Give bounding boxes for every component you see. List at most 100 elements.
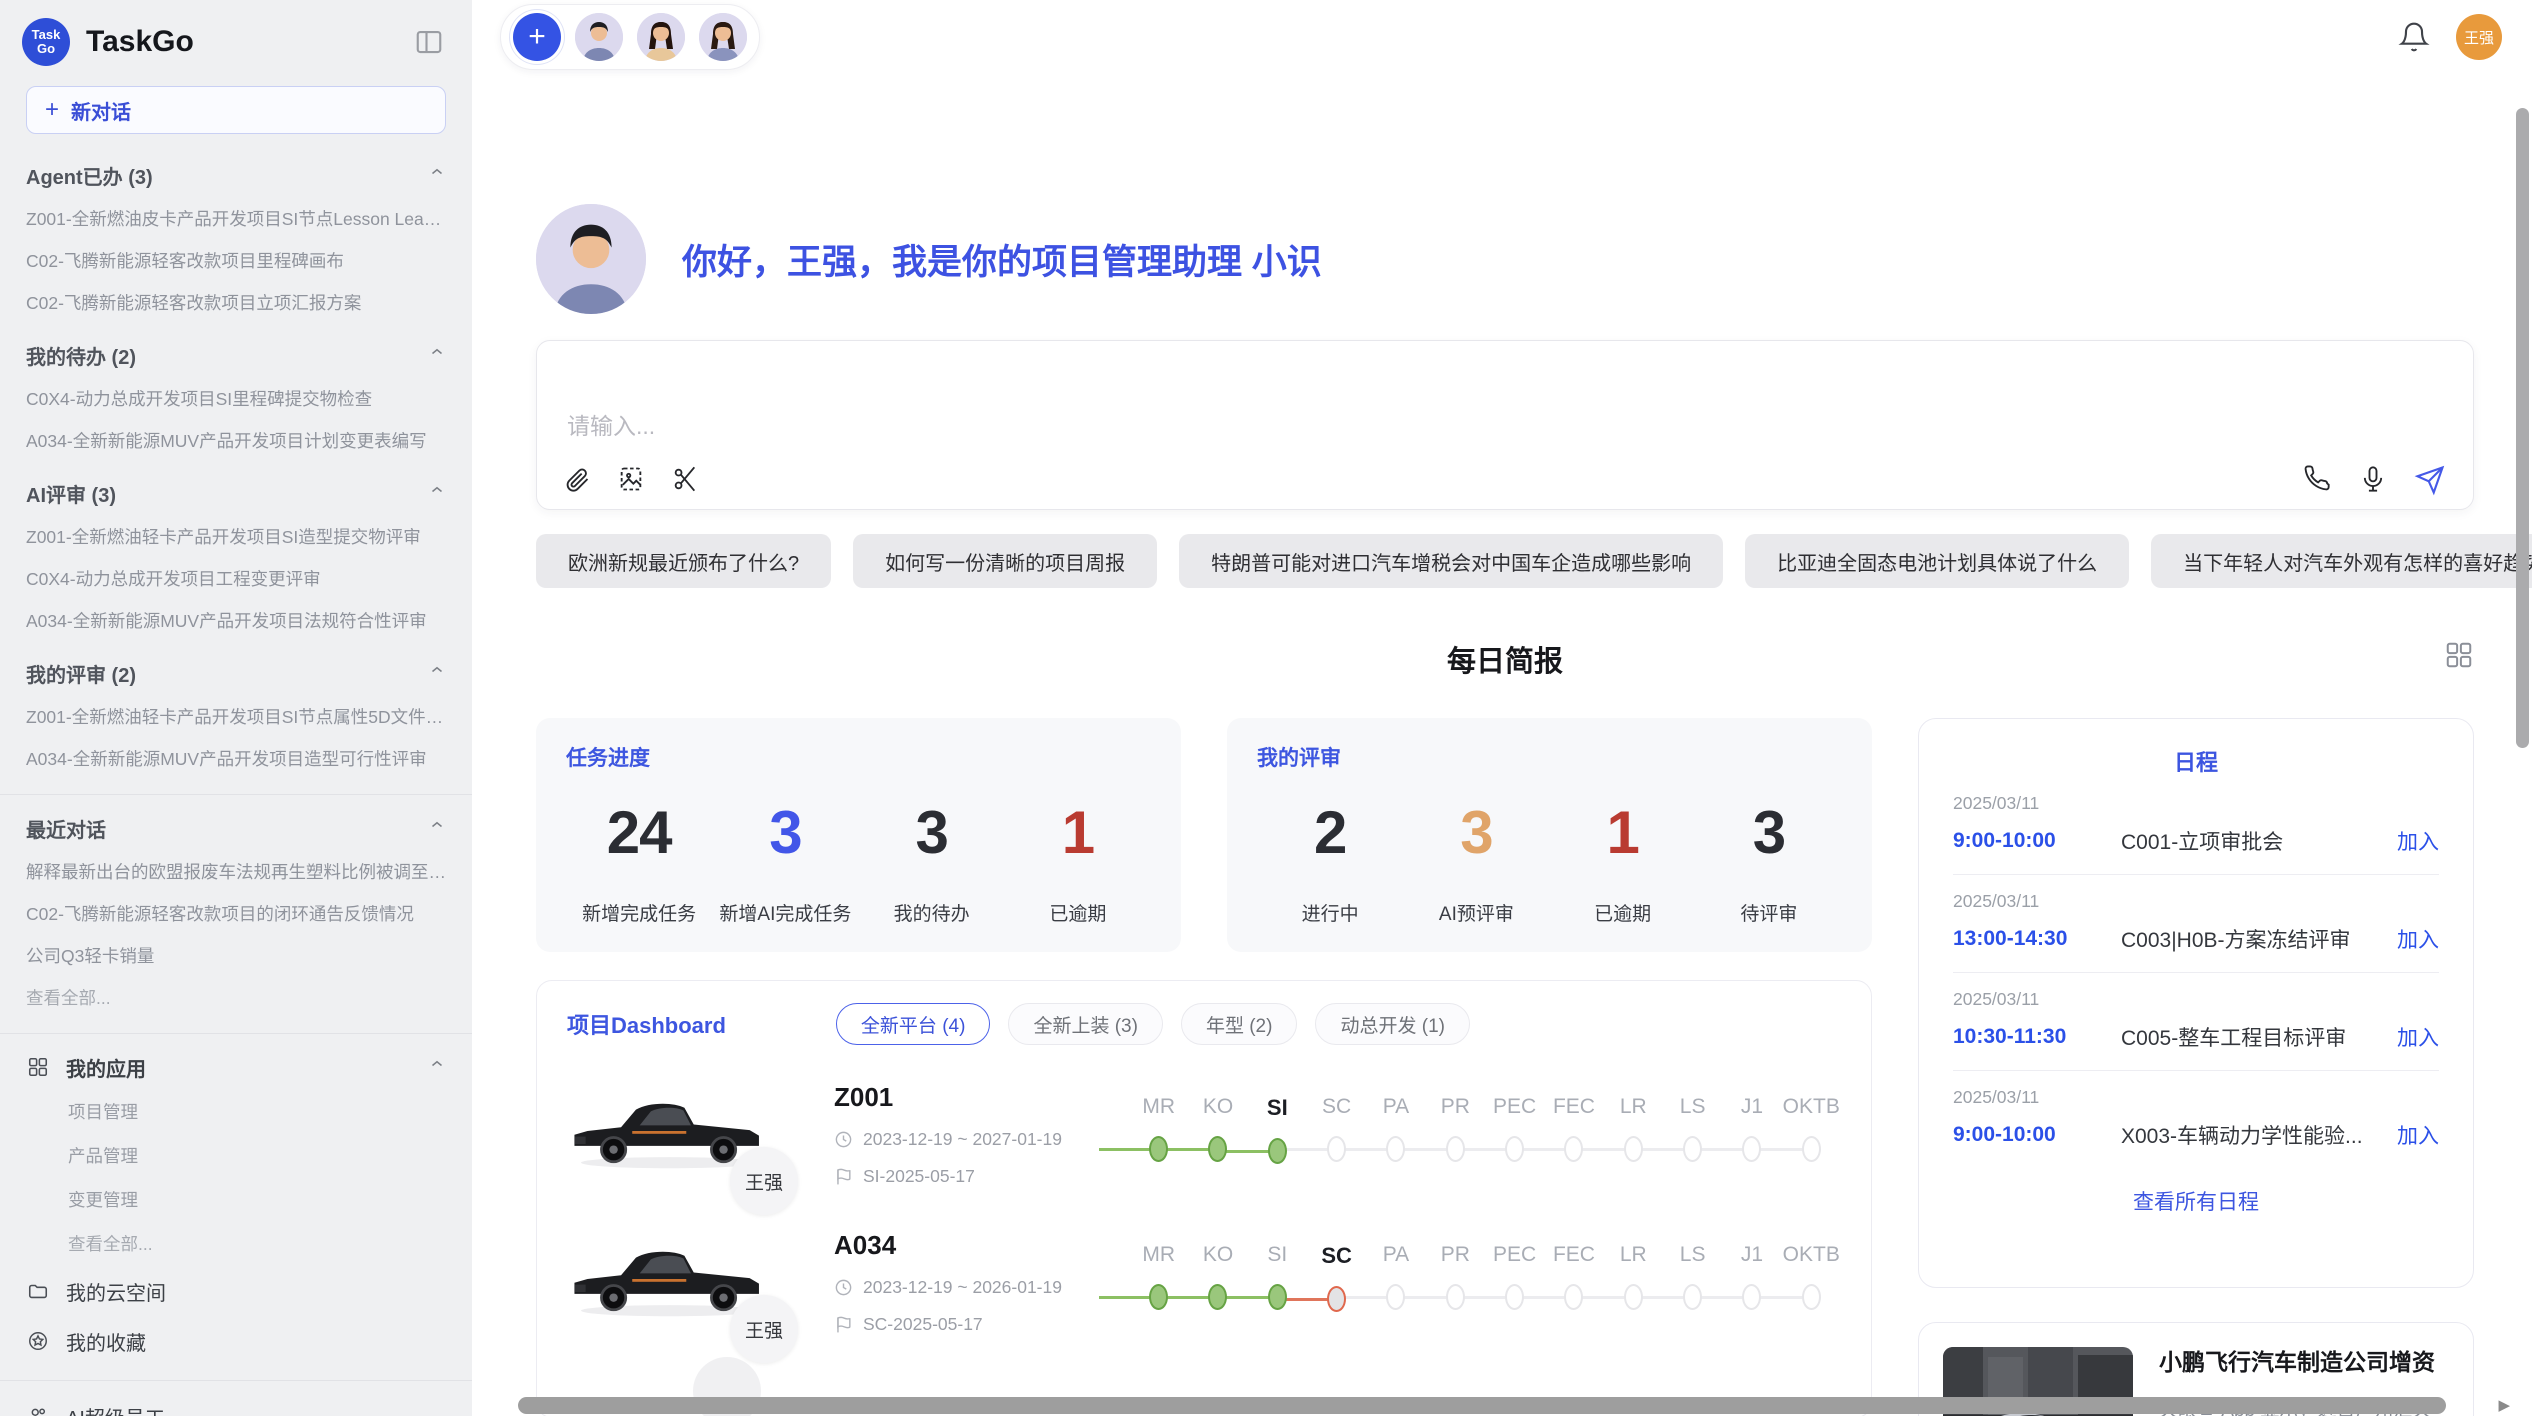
sidebar-section-header[interactable]: AI评审 (3)	[26, 470, 446, 516]
notification-bell-icon[interactable]	[2398, 21, 2430, 53]
user-avatar[interactable]: 王强	[2456, 14, 2502, 60]
layout-grid-icon[interactable]	[2444, 640, 2474, 670]
briefing-columns: 任务进度24新增完成任务3新增AI完成任务3我的待办1已逾期我的评审2进行中3A…	[536, 718, 2474, 1416]
sidebar-item[interactable]: C0X4-动力总成开发项目工程变更评审	[26, 558, 446, 600]
clock-icon	[834, 1130, 853, 1149]
app-sub-item[interactable]: 产品管理	[26, 1134, 446, 1178]
sidebar-section-header[interactable]: 我的待办 (2)	[26, 332, 446, 378]
recent-conversation-item[interactable]: 解释最新出台的欧盟报废车法规再生塑料比例被调至15%...	[26, 851, 446, 893]
milestone-label: FEC	[1553, 1243, 1595, 1267]
sidebar-footer-items: AI超级员工帮我写作创意制图	[26, 1391, 446, 1416]
sidebar-item[interactable]: C02-飞腾新能源轻客改款项目立项汇报方案	[26, 282, 446, 324]
sidebar-item[interactable]: Z001-全新燃油皮卡产品开发项目SI节点Lesson Learn报告	[26, 198, 446, 240]
app-sub-item[interactable]: 变更管理	[26, 1178, 446, 1222]
milestone-label: OKTB	[1783, 1095, 1840, 1119]
milestone-dot-wrap	[1248, 1137, 1307, 1165]
cloud-folder-icon	[26, 1279, 50, 1303]
milestone-pa: PA	[1366, 1095, 1425, 1165]
sidebar-item[interactable]: A034-全新新能源MUV产品开发项目造型可行性评审	[26, 738, 446, 780]
suggestion-chip[interactable]: 如何写一份清晰的项目周报	[853, 534, 1157, 588]
sidebar-scroll[interactable]: Agent已办 (3) Z001-全新燃油皮卡产品开发项目SI节点Lesson L…	[0, 144, 472, 1416]
attachment-icon[interactable]	[563, 465, 591, 493]
milestone-label: PA	[1383, 1095, 1409, 1119]
stat-value: 1	[1550, 798, 1696, 867]
sidebar-item[interactable]: A034-全新新能源MUV产品开发项目计划变更表编写	[26, 420, 446, 462]
main-content: 你好，王强，我是你的项目管理助理 小识 请输入... 欧洲新规最近颁布了什么?如…	[472, 74, 2532, 1416]
event-join-link[interactable]: 加入	[2397, 1022, 2439, 1052]
input-tools-right	[2303, 465, 2443, 493]
stat-label: AI预评审	[1403, 899, 1549, 926]
project-owner-badge: 王强	[730, 1147, 798, 1215]
app-sub-item[interactable]: 项目管理	[26, 1090, 446, 1134]
scissors-icon[interactable]	[671, 465, 699, 493]
microphone-icon[interactable]	[2359, 465, 2387, 493]
horizontal-scrollbar-thumb[interactable]	[518, 1397, 2446, 1414]
milestone-label: LR	[1620, 1095, 1647, 1119]
milestone-dot	[1386, 1136, 1405, 1162]
dashboard-tab[interactable]: 动总开发 (1)	[1315, 1003, 1470, 1045]
milestone-label: SC	[1322, 1095, 1351, 1119]
sidebar-footer-item[interactable]: AI超级员工	[26, 1391, 446, 1416]
sidebar-item[interactable]: C02-飞腾新能源轻客改款项目里程碑画布	[26, 240, 446, 282]
dashboard-tab[interactable]: 全新上装 (3)	[1008, 1003, 1163, 1045]
apps-view-all[interactable]: 查看全部...	[26, 1222, 446, 1266]
scrollbar-right-arrow[interactable]: ▶	[2498, 1397, 2510, 1414]
agent-avatar[interactable]	[575, 13, 623, 61]
send-icon[interactable]	[2415, 465, 2443, 493]
project-dates-text: 2023-12-19 ~ 2027-01-19	[863, 1129, 1062, 1150]
image-icon[interactable]	[617, 465, 645, 493]
recent-view-all[interactable]: 查看全部...	[26, 977, 446, 1019]
milestone-label: SC	[1321, 1243, 1352, 1269]
horizontal-scrollbar[interactable]: ▶	[518, 1397, 2486, 1414]
sidebar-item[interactable]: A034-全新新能源MUV产品开发项目法规符合性评审	[26, 600, 446, 642]
vertical-scrollbar-thumb[interactable]	[2516, 108, 2529, 748]
add-agent-button[interactable]: +	[513, 13, 561, 61]
recent-conversation-item[interactable]: C02-飞腾新能源轻客改款项目的闭环通告反馈情况	[26, 893, 446, 935]
sidebar-section-header[interactable]: 我的评审 (2)	[26, 650, 446, 696]
chat-input-box[interactable]: 请输入...	[536, 340, 2474, 510]
stat-value: 2	[1257, 798, 1403, 867]
project-code[interactable]: Z001	[834, 1082, 1099, 1113]
agent-avatar[interactable]	[699, 13, 747, 61]
event-join-link[interactable]: 加入	[2397, 924, 2439, 954]
project-code[interactable]: A034	[834, 1230, 1099, 1261]
milestone-ls: LS	[1663, 1243, 1722, 1313]
agent-avatar[interactable]	[637, 13, 685, 61]
suggestion-chip[interactable]: 比亚迪全固态电池计划具体说了什么	[1745, 534, 2129, 588]
suggestion-chip[interactable]: 当下年轻人对汽车外观有怎样的喜好趋势	[2151, 534, 2532, 588]
dashboard-tab[interactable]: 全新平台 (4)	[836, 1003, 991, 1045]
suggestion-chip[interactable]: 欧洲新规最近颁布了什么?	[536, 534, 831, 588]
milestone-dot	[1149, 1136, 1168, 1162]
suggestion-chip[interactable]: 特朗普可能对进口汽车增税会对中国车企造成哪些影响	[1179, 534, 1723, 588]
stat-value: 1	[1005, 798, 1151, 867]
sidebar-item[interactable]: Z001-全新燃油轻卡产品开发项目SI造型提交物评审	[26, 516, 446, 558]
milestone-dot	[1742, 1284, 1761, 1310]
milestone-dot	[1742, 1136, 1761, 1162]
event-row: 13:00-14:30C003|H0B-方案冻结评审加入	[1953, 924, 2439, 954]
phone-call-icon[interactable]	[2303, 465, 2331, 493]
sidebar-section-label: Agent已办 (3)	[26, 161, 153, 190]
new-chat-label: 新对话	[71, 96, 131, 125]
chevron-up-icon	[428, 816, 446, 840]
dashboard-tab[interactable]: 年型 (2)	[1181, 1003, 1298, 1045]
sidebar-section-header[interactable]: Agent已办 (3)	[26, 152, 446, 198]
stat-label: 待评审	[1696, 899, 1842, 926]
collapse-sidebar-icon[interactable]	[412, 25, 446, 59]
event-row: 9:00-10:00C001-立项审批会加入	[1953, 826, 2439, 856]
clock-icon	[834, 1278, 853, 1297]
logo-line1: Task	[32, 28, 61, 42]
sidebar-item[interactable]: Z001-全新燃油轻卡产品开发项目SI节点属性5D文件评审	[26, 696, 446, 738]
sidebar-item[interactable]: C0X4-动力总成开发项目SI里程碑提交物检查	[26, 378, 446, 420]
event-join-link[interactable]: 加入	[2397, 1120, 2439, 1150]
my-apps-header[interactable]: 我的应用	[26, 1044, 446, 1090]
recent-section-header[interactable]: 最近对话	[26, 805, 446, 851]
project-vehicle-image: 王强	[567, 1075, 782, 1193]
new-chat-button[interactable]: + 新对话	[26, 86, 446, 134]
sidebar-item-favorites[interactable]: 我的收藏	[26, 1316, 446, 1366]
recent-conversation-item[interactable]: 公司Q3轻卡销量	[26, 935, 446, 977]
event-join-link[interactable]: 加入	[2397, 826, 2439, 856]
milestone-si: SI	[1248, 1095, 1307, 1165]
view-all-schedule-link[interactable]: 查看所有日程	[1953, 1186, 2439, 1216]
sidebar-item-cloud-space[interactable]: 我的云空间	[26, 1266, 446, 1316]
milestone-dot	[1446, 1136, 1465, 1162]
